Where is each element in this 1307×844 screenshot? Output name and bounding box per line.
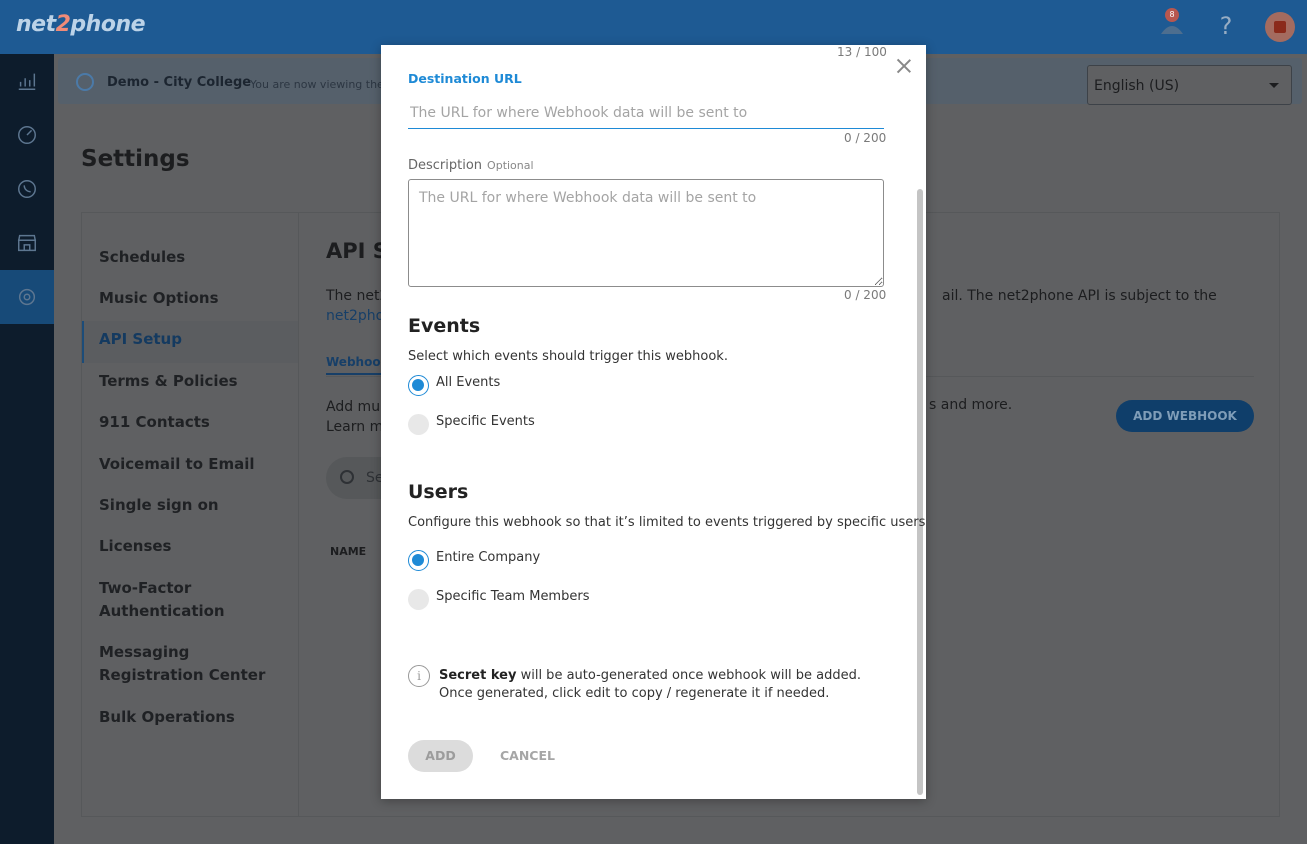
radio-selected-icon[interactable] [408, 375, 429, 396]
destination-char-counter: 0 / 200 [844, 131, 887, 145]
sidebar-item-api-setup[interactable]: API Setup [99, 328, 289, 351]
account-name: Demo - City College [107, 75, 252, 90]
webhooks-description: Add mul Learn m [326, 399, 384, 435]
users-heading: Users [408, 481, 469, 503]
close-icon[interactable] [895, 57, 913, 75]
modal-scrollbar-thumb[interactable] [917, 189, 923, 795]
destination-url-label: Destination URL [408, 71, 522, 86]
destination-url-input[interactable] [408, 97, 884, 129]
store-icon[interactable] [0, 216, 54, 270]
phone-icon[interactable] [0, 162, 54, 216]
page-title: Settings [81, 146, 190, 172]
dashboard-gauge-icon[interactable] [0, 108, 54, 162]
optional-tag: Optional [487, 159, 534, 172]
name-char-counter: 13 / 100 [837, 45, 887, 59]
radio-unselected-icon[interactable] [408, 589, 429, 610]
radio-selected-icon[interactable] [408, 550, 429, 571]
notifications-icon[interactable]: 8 [1157, 8, 1187, 42]
content-intro: The net2 [326, 288, 389, 304]
settings-sidenav: Schedules Music Options API Setup Terms … [82, 213, 299, 816]
account-note: You are now viewing their a [250, 78, 402, 91]
search-icon [340, 470, 354, 484]
cancel-button[interactable]: CANCEL [500, 740, 555, 772]
description-textarea[interactable] [408, 179, 884, 287]
active-item-indicator [82, 321, 84, 363]
language-select[interactable]: English (US) [1087, 65, 1292, 105]
sidebar-item-schedules[interactable]: Schedules [99, 246, 289, 269]
sidebar-item-bulk-operations[interactable]: Bulk Operations [99, 706, 289, 729]
building-icon [76, 73, 94, 91]
info-icon: i [408, 665, 430, 687]
sidebar-item-two-factor[interactable]: Two-Factor Authentication [99, 577, 249, 623]
sidebar-item-music-options[interactable]: Music Options [99, 287, 289, 310]
description-label: Description Optional [408, 158, 534, 173]
description-char-counter: 0 / 200 [844, 288, 887, 302]
content-title: API S [326, 239, 388, 263]
chevron-down-icon [1269, 83, 1279, 88]
api-terms-link[interactable]: net2pho [326, 308, 384, 324]
sidebar-item-messaging-registration[interactable]: Messaging Registration Center [99, 641, 289, 687]
add-webhook-modal: 13 / 100 Destination URL 0 / 200 Descrip… [381, 45, 926, 799]
webhooks-description-right: s and more. [929, 397, 1013, 413]
language-value: English (US) [1094, 78, 1180, 94]
notification-badge: 8 [1165, 8, 1179, 22]
net2phone-logo[interactable]: net2phone [16, 12, 146, 37]
sidebar-item-voicemail-to-email[interactable]: Voicemail to Email [99, 453, 289, 476]
content-intro-right: ail. The net2phone API is subject to the [942, 288, 1217, 304]
secret-key-note: Secret key will be auto-generated once w… [439, 668, 862, 701]
events-heading: Events [408, 315, 481, 337]
sidebar-item-single-sign-on[interactable]: Single sign on [99, 494, 289, 517]
sidebar-item-licenses[interactable]: Licenses [99, 535, 289, 558]
sidebar-item-terms-policies[interactable]: Terms & Policies [99, 370, 289, 393]
add-webhook-button[interactable]: ADD WEBHOOK [1116, 400, 1254, 432]
users-subtitle: Configure this webhook so that it’s limi… [408, 515, 926, 530]
events-subtitle: Select which events should trigger this … [408, 349, 728, 364]
tab-webhooks[interactable]: Webhook [326, 355, 389, 375]
help-icon[interactable]: ? [1211, 12, 1241, 42]
settings-gear-icon[interactable] [0, 270, 54, 324]
column-header-name[interactable]: NAME [330, 545, 366, 558]
add-button[interactable]: ADD [408, 740, 473, 772]
user-avatar[interactable] [1265, 12, 1295, 42]
radio-unselected-icon[interactable] [408, 414, 429, 435]
analytics-icon[interactable] [0, 54, 54, 108]
side-rail [0, 54, 54, 844]
sidebar-item-911-contacts[interactable]: 911 Contacts [99, 411, 289, 434]
